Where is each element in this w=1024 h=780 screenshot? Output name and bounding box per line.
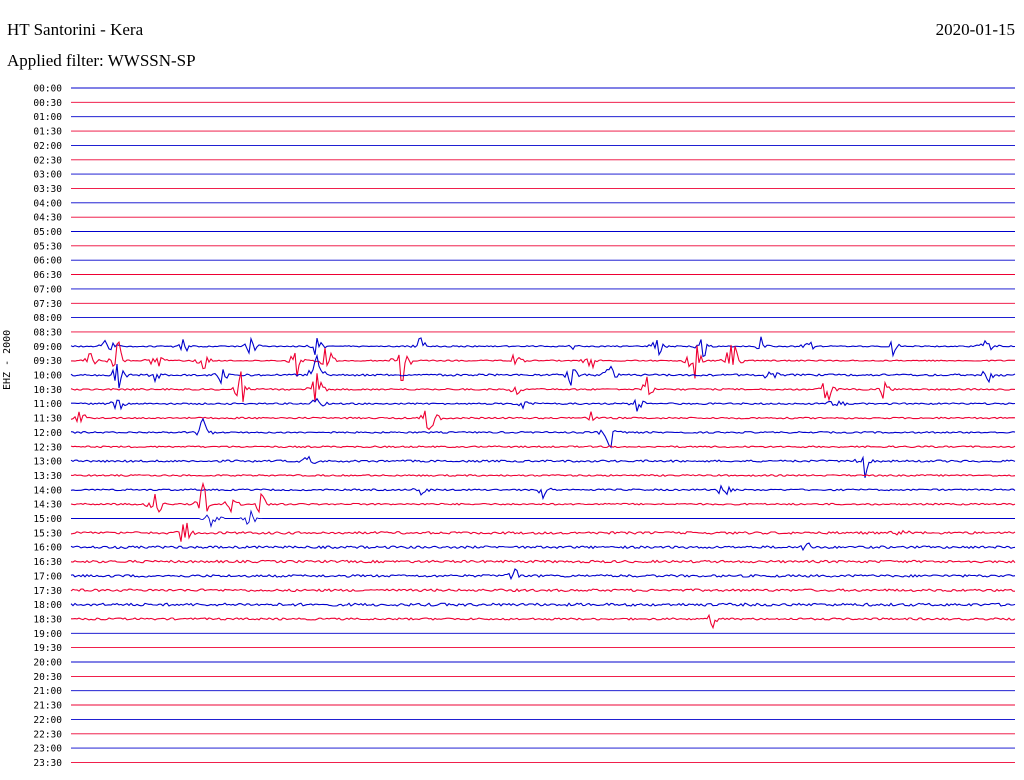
time-tick-label: 02:30: [33, 155, 62, 166]
time-tick-label: 06:30: [33, 270, 62, 281]
trace-line: [70, 445, 1016, 449]
time-tick-label: 09:30: [33, 356, 62, 367]
time-tick-label: 18:30: [33, 614, 62, 625]
time-tick-label: 15:30: [33, 528, 62, 539]
trace-line: [70, 542, 1016, 552]
time-tick-label: 08:30: [33, 327, 62, 338]
time-tick-label: 00:00: [33, 84, 62, 95]
time-tick-label: 12:30: [33, 442, 62, 453]
time-tick-label: 10:30: [33, 385, 62, 396]
time-tick-label: 05:00: [33, 227, 62, 238]
time-tick-label: 02:00: [33, 141, 62, 152]
time-tick-label: 23:30: [33, 758, 62, 769]
time-tick-label: 21:30: [33, 701, 62, 712]
trace-line: [70, 474, 1016, 477]
time-tick-label: 04:30: [33, 213, 62, 224]
time-tick-label: 18:00: [33, 600, 62, 611]
trace-line: [71, 509, 1015, 528]
time-tick-label: 23:00: [33, 744, 62, 755]
trace-line: [70, 522, 1016, 542]
time-tick-label: 19:00: [33, 629, 62, 640]
time-tick-label: 09:00: [33, 342, 62, 353]
time-tick-label: 01:00: [33, 112, 62, 123]
trace-line: [70, 568, 1016, 581]
trace-line: [70, 559, 1016, 564]
time-tick-label: 13:30: [33, 471, 62, 482]
time-tick-label: 14:30: [33, 500, 62, 511]
trace-line: [70, 484, 1016, 501]
time-tick-label: 01:30: [33, 127, 62, 138]
time-tick-label: 15:00: [33, 514, 62, 525]
time-tick-label: 07:30: [33, 299, 62, 310]
trace-line: [70, 410, 1016, 431]
time-tick-label: 07:00: [33, 284, 62, 295]
time-tick-label: 00:30: [33, 98, 62, 109]
time-tick-label: 22:30: [33, 729, 62, 740]
time-tick-label: 11:00: [33, 399, 62, 410]
time-tick-label: 16:30: [33, 557, 62, 568]
time-tick-label: 22:00: [33, 715, 62, 726]
time-tick-label: 16:00: [33, 543, 62, 554]
time-tick-label: 17:30: [33, 586, 62, 597]
time-tick-label: 11:30: [33, 414, 62, 425]
time-tick-label: 13:00: [33, 457, 62, 468]
time-tick-label: 03:00: [33, 170, 62, 181]
time-tick-label: 10:00: [33, 371, 62, 382]
trace-line: [71, 397, 1016, 412]
time-tick-label: 12:00: [33, 428, 62, 439]
time-tick-label: 05:30: [33, 241, 62, 252]
time-tick-label: 04:00: [33, 198, 62, 209]
time-tick-label: 19:30: [33, 643, 62, 654]
time-tick-label: 03:30: [33, 184, 62, 195]
trace-line: [70, 588, 1015, 593]
helicorder-plot: 00:00 00:30 01:00 01:30 02:00 02:30 03:00 03:30…: [33, 84, 1016, 769]
time-tick-label: 20:30: [33, 672, 62, 683]
time-tick-label: 21:00: [33, 686, 62, 697]
trace-line: [70, 602, 1016, 607]
time-tick-label: 08:00: [33, 313, 62, 324]
trace-line: [71, 613, 1016, 630]
time-tick-label: 20:00: [33, 658, 62, 669]
time-tick-label: 17:00: [33, 571, 62, 582]
time-tick-label: 06:00: [33, 256, 62, 267]
trace-line: [70, 417, 1016, 449]
time-tick-label: 14:00: [33, 485, 62, 496]
trace-line: [70, 336, 1016, 358]
